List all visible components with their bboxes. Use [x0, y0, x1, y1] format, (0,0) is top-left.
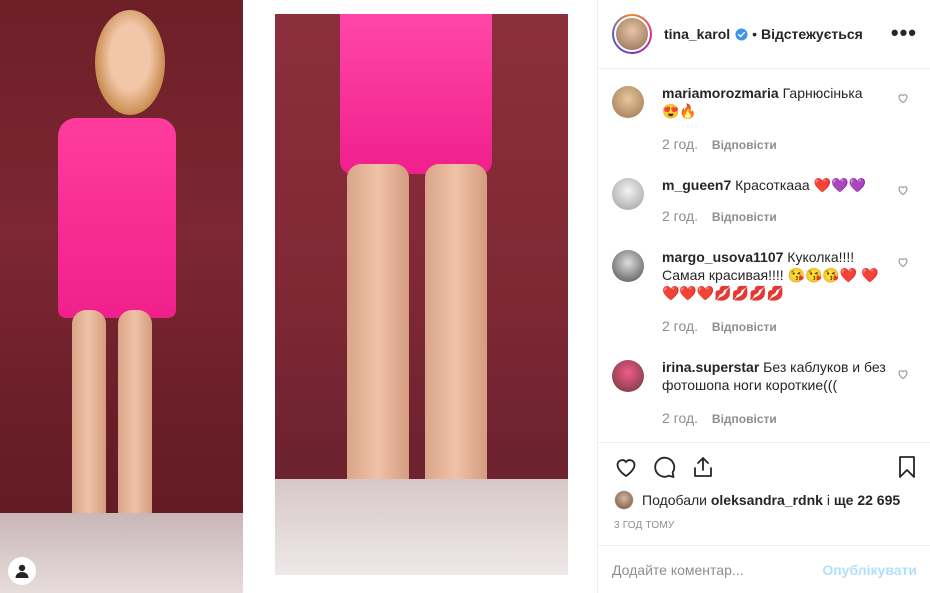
reply-button[interactable]: Відповісти — [712, 138, 777, 152]
comment-body: margo_usova1107 Куколка!!!! Самая красив… — [662, 248, 887, 302]
commenter-avatar[interactable] — [612, 250, 644, 282]
comment-button[interactable] — [650, 453, 678, 481]
commenter-avatar[interactable] — [612, 86, 644, 118]
comment-body: m_gueen7 Красоткааа ❤️💜💜 — [662, 176, 887, 194]
photo-legs-closeup — [275, 14, 568, 575]
comment-item: mariamorozmaria Гарнюсінька 😍🔥 2 год. Ві… — [612, 84, 917, 154]
likes-connector: і — [826, 492, 830, 508]
heart-icon — [616, 459, 636, 478]
share-button[interactable] — [689, 453, 717, 481]
comment-username[interactable]: margo_usova1107 — [662, 249, 783, 265]
follow-button[interactable]: Відстежується — [761, 26, 863, 42]
comment-body: irina.superstar Без каблуков и без фотош… — [662, 358, 887, 394]
liker-username[interactable]: oleksandra_rdnk — [711, 492, 823, 508]
comment-meta: 2 год. Відповісти — [662, 410, 777, 426]
comment-time: 2 год. — [662, 410, 699, 426]
photo-floor — [275, 479, 568, 575]
comment-username[interactable]: mariamorozmaria — [662, 85, 779, 101]
post-side-panel: tina_karol • Відстежується ••• mariamoro… — [597, 0, 930, 593]
user-icon — [15, 564, 29, 578]
likes-summary: Подобали oleksandra_rdnk і ще 22 695 — [614, 490, 900, 510]
liker-avatar[interactable] — [614, 490, 634, 510]
photo-subject-leg — [118, 310, 152, 540]
likes-prefix: Подобали — [642, 492, 707, 508]
share-icon — [694, 457, 712, 477]
comment-like-heart-icon[interactable] — [897, 92, 909, 104]
save-button[interactable] — [893, 453, 921, 481]
likes-count[interactable]: ще 22 695 — [834, 492, 900, 508]
comment-text: Гарнюсінька — [782, 85, 863, 101]
commenter-avatar[interactable] — [612, 360, 644, 392]
comment-meta: 2 год. Відповісти — [662, 136, 777, 152]
commenter-avatar[interactable] — [612, 178, 644, 210]
verified-badge-icon — [735, 27, 748, 41]
pink-dress — [58, 118, 176, 318]
more-options-icon[interactable]: ••• — [891, 22, 917, 44]
comment-username[interactable]: m_gueen7 — [662, 177, 731, 193]
comment-time: 2 год. — [662, 208, 699, 224]
reply-button[interactable]: Відповісти — [712, 412, 777, 426]
post-media[interactable] — [0, 0, 597, 593]
comment-emoji: 😍🔥 — [662, 103, 697, 119]
comment-username[interactable]: irina.superstar — [662, 359, 759, 375]
comment-meta: 2 год. Відповісти — [662, 208, 777, 224]
reply-button[interactable]: Відповісти — [712, 320, 777, 334]
comment-time: 2 год. — [662, 136, 699, 152]
photo-subject-head — [95, 10, 165, 115]
author-avatar[interactable] — [612, 14, 652, 54]
comment-item: irina.superstar Без каблуков и без фотош… — [612, 358, 917, 428]
comment-time: 2 год. — [662, 318, 699, 334]
author-username[interactable]: tina_karol — [664, 26, 730, 42]
separator-dot: • — [752, 26, 758, 42]
post-header: tina_karol • Відстежується ••• — [598, 0, 930, 69]
add-comment-bar: Опублікувати — [598, 545, 930, 593]
comment-input[interactable] — [612, 561, 823, 578]
comment-meta: 2 год. Відповісти — [662, 318, 777, 334]
pink-dress — [340, 14, 492, 174]
publish-button[interactable]: Опублікувати — [822, 562, 917, 578]
post-actions: Подобали oleksandra_rdnk і ще 22 695 3 Г… — [598, 442, 930, 545]
comment-like-heart-icon[interactable] — [897, 368, 909, 380]
bookmark-icon — [899, 456, 915, 478]
photo-subject-leg — [72, 310, 106, 540]
comment-icon — [654, 456, 676, 478]
post-timestamp[interactable]: 3 ГОД ТОМУ — [614, 520, 674, 531]
like-button[interactable] — [612, 453, 640, 481]
comment-body: mariamorozmaria Гарнюсінька 😍🔥 — [662, 84, 887, 120]
comment-emoji: ❤️💜💜 — [813, 177, 866, 193]
instagram-post: tina_karol • Відстежується ••• mariamoro… — [0, 0, 930, 593]
tagged-user-button[interactable] — [8, 557, 36, 585]
reply-button[interactable]: Відповісти — [712, 210, 777, 224]
comment-like-heart-icon[interactable] — [897, 256, 909, 268]
comment-text: Красоткааа — [735, 177, 810, 193]
photo-full-length — [0, 0, 243, 593]
photo-floor — [0, 513, 243, 593]
comment-item: margo_usova1107 Куколка!!!! Самая красив… — [612, 248, 917, 340]
comment-item: m_gueen7 Красоткааа ❤️💜💜 2 год. Відповіс… — [612, 176, 917, 232]
comment-like-heart-icon[interactable] — [897, 184, 909, 196]
comments-list: mariamorozmaria Гарнюсінька 😍🔥 2 год. Ві… — [598, 70, 930, 442]
